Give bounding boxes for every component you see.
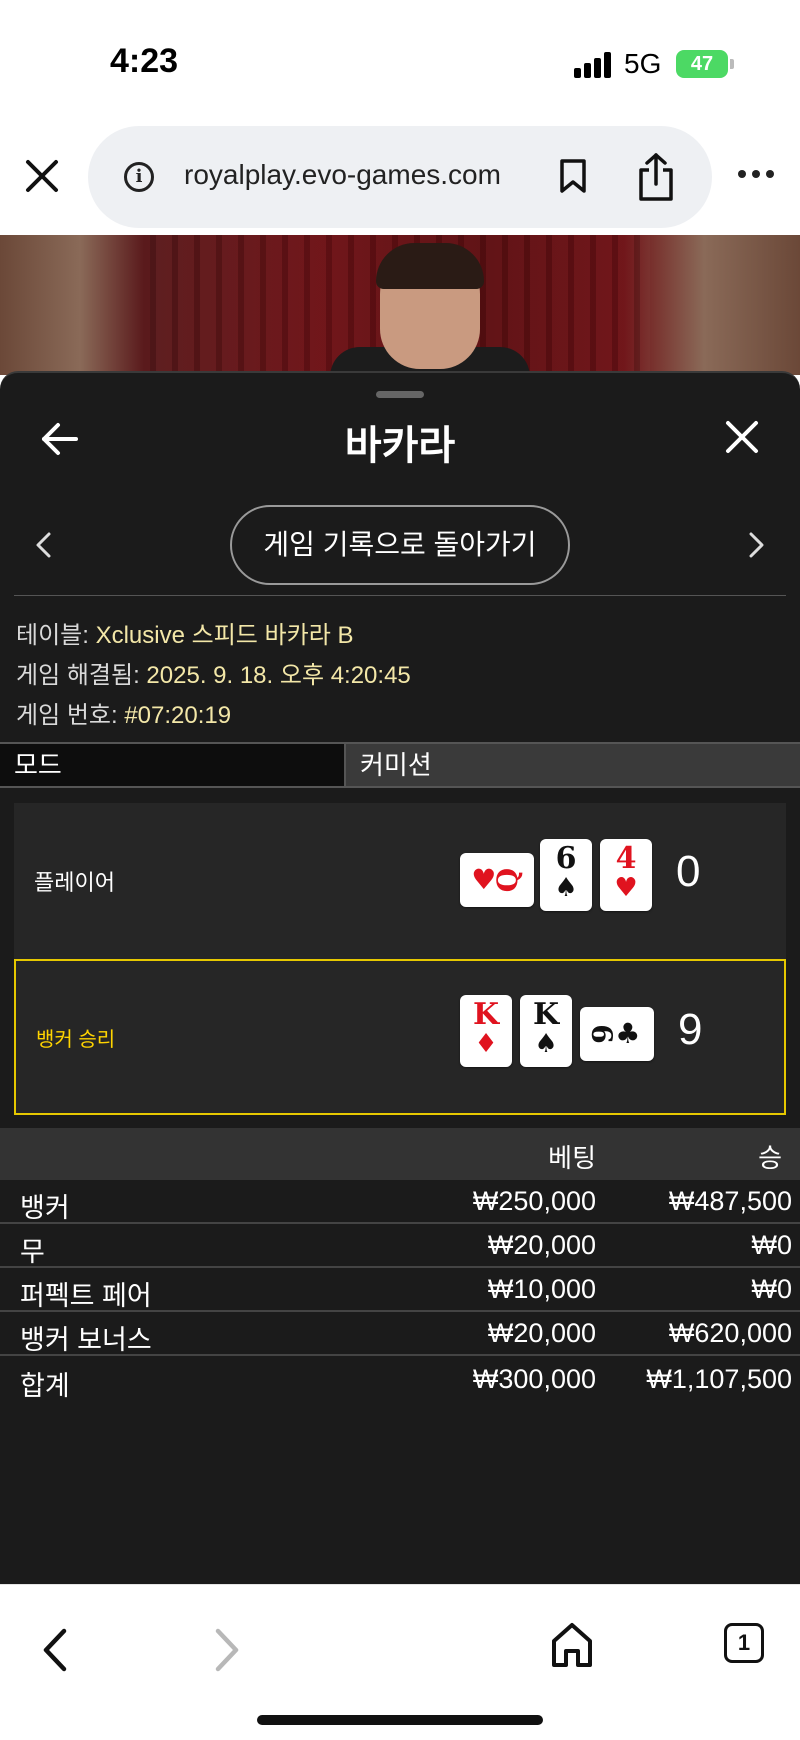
- dealer-hair: [376, 243, 484, 289]
- banker-card-3: 9♣: [580, 1007, 654, 1061]
- table-value: Xclusive 스피드 바카라 B: [95, 622, 354, 649]
- player-card-2: 6 ♠: [540, 839, 592, 911]
- win-amount: ₩0: [751, 1274, 793, 1304]
- win-column-header: 승: [758, 1143, 782, 1173]
- more-options-icon[interactable]: [738, 170, 774, 180]
- table-label: 테이블:: [16, 622, 89, 649]
- card-suit: ♠: [534, 1029, 558, 1059]
- home-icon[interactable]: [550, 1621, 594, 1669]
- card-rank: 6: [555, 841, 577, 876]
- resolved-label: 게임 해결됨:: [16, 662, 140, 689]
- network-type: 5G: [624, 48, 662, 79]
- bet-amount: ₩20,000: [487, 1230, 596, 1260]
- card-rank: K: [472, 997, 500, 1032]
- browser-address-row: i royalplay.evo-games.com: [0, 120, 800, 235]
- resolved-value: 2025. 9. 18. 오후 4:20:45: [146, 662, 411, 689]
- game-detail-panel: 바카라 게임 기록으로 돌아가기 테이블: Xclusive 스피드 바카라 B…: [0, 371, 800, 1584]
- url-text[interactable]: royalplay.evo-games.com: [184, 159, 524, 191]
- back-to-history-button[interactable]: 게임 기록으로 돌아가기: [230, 505, 570, 585]
- bet-name: 뱅커: [20, 1193, 70, 1223]
- cellular-signal-icon: [574, 52, 614, 78]
- bet-name: 무: [20, 1237, 45, 1267]
- total-bet: ₩300,000: [472, 1364, 596, 1394]
- total-win: ₩1,107,500: [646, 1364, 792, 1394]
- bet-row-perfect-pair: 퍼펙트 페어 ₩10,000 ₩0: [0, 1270, 800, 1312]
- close-icon[interactable]: [724, 419, 760, 455]
- game-number-value: #07:20:19: [124, 702, 232, 729]
- bet-row-total: 합계 ₩300,000 ₩1,107,500: [0, 1360, 800, 1402]
- mode-label: 모드: [0, 744, 346, 786]
- status-bar: 4:23 5G 47: [0, 0, 800, 120]
- total-label: 합계: [20, 1371, 70, 1401]
- bet-amount: ₩20,000: [487, 1318, 596, 1348]
- share-icon[interactable]: [636, 152, 676, 202]
- bookmark-icon[interactable]: [558, 158, 588, 194]
- card-suit: ♦: [474, 1029, 498, 1059]
- mode-row: 모드 커미션: [0, 742, 800, 788]
- table-info: 테이블: Xclusive 스피드 바카라 B: [16, 615, 353, 650]
- status-time: 4:23: [110, 42, 179, 80]
- bet-name: 퍼펙트 페어: [20, 1281, 152, 1311]
- chevron-right-icon[interactable]: [748, 531, 766, 559]
- address-bar[interactable]: i royalplay.evo-games.com: [88, 126, 712, 228]
- bet-row-banker-bonus: 뱅커 보너스 ₩20,000 ₩620,000: [0, 1314, 800, 1356]
- player-card-1: ♥Q: [460, 853, 534, 907]
- banker-card-2: K ♠: [520, 995, 572, 1067]
- win-amount: ₩620,000: [668, 1318, 792, 1348]
- bet-table-header: 베팅 승: [0, 1128, 800, 1180]
- card-rank: K: [532, 997, 560, 1032]
- close-tab-icon[interactable]: [22, 156, 62, 196]
- player-card-3: 4 ♥: [600, 839, 652, 911]
- divider: [14, 595, 786, 596]
- site-info-icon[interactable]: i: [124, 162, 154, 192]
- bet-row-tie: 무 ₩20,000 ₩0: [0, 1226, 800, 1268]
- game-number-label: 게임 번호:: [16, 702, 118, 729]
- home-indicator: [257, 1715, 543, 1725]
- bet-name: 뱅커 보너스: [20, 1325, 152, 1355]
- banker-score: 9: [678, 1005, 703, 1054]
- bet-row-banker: 뱅커 ₩250,000 ₩487,500: [0, 1182, 800, 1224]
- win-amount: ₩0: [751, 1230, 793, 1260]
- card-suit: ♥: [614, 873, 638, 903]
- card-rank: Q: [491, 867, 525, 893]
- battery-tip: [730, 59, 734, 69]
- back-icon[interactable]: [40, 1625, 70, 1675]
- bet-amount: ₩10,000: [487, 1274, 596, 1304]
- live-video-feed: [0, 235, 800, 375]
- win-amount: ₩487,500: [668, 1186, 792, 1216]
- card-rank: 4: [615, 841, 637, 876]
- card-suit: ♠: [554, 873, 578, 903]
- drag-handle[interactable]: [376, 391, 424, 398]
- banker-card-1: K ♦: [460, 995, 512, 1067]
- battery-level: 47: [690, 53, 714, 75]
- banker-hand: 뱅커 승리 K ♦ K ♠ 9♣ 9: [14, 959, 786, 1115]
- mode-value: 커미션: [360, 750, 432, 780]
- resolved-info: 게임 해결됨: 2025. 9. 18. 오후 4:20:45: [16, 655, 411, 690]
- chevron-left-icon[interactable]: [34, 531, 52, 559]
- bet-amount: ₩250,000: [472, 1186, 596, 1216]
- forward-icon[interactable]: [212, 1625, 242, 1675]
- screen: 4:23 5G 47 i royalplay.evo-games.com 바카라…: [0, 0, 800, 1740]
- banker-label: 뱅커 승리: [36, 1029, 116, 1051]
- tabs-icon[interactable]: 1: [724, 1623, 764, 1663]
- card-rank: 9: [586, 1024, 620, 1044]
- player-hand: 플레이어 ♥Q 6 ♠ 4 ♥ 0: [14, 803, 786, 959]
- player-score: 0: [676, 847, 701, 896]
- game-number-info: 게임 번호: #07:20:19: [16, 695, 231, 730]
- player-label: 플레이어: [34, 870, 115, 895]
- battery-icon: 47: [676, 50, 728, 78]
- panel-title: 바카라: [344, 424, 456, 468]
- bet-column-header: 베팅: [548, 1143, 596, 1173]
- browser-toolbar: 1: [0, 1584, 800, 1740]
